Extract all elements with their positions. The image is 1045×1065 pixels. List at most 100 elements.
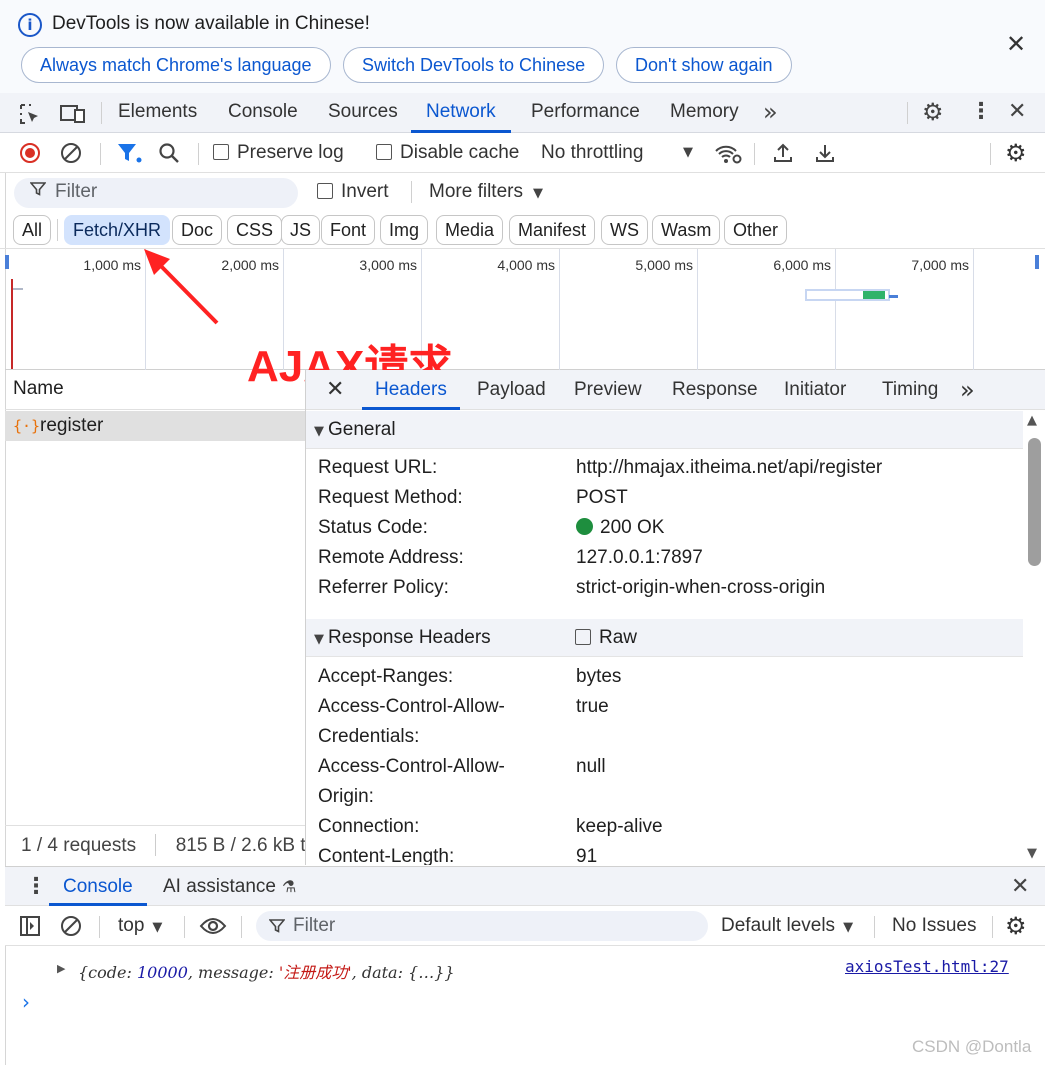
log-levels-dropdown[interactable]: Default levels ▼ — [721, 906, 853, 946]
console-log-row: ▶ {code: 10000, message: '注册成功', data: {… — [5, 947, 1045, 991]
more-filters-dropdown[interactable]: More filters ▼ — [429, 173, 543, 211]
ai-assistance-label: AI assistance — [163, 876, 276, 897]
scroll-up-icon[interactable]: ▲ — [1027, 413, 1037, 428]
more-tabs-icon[interactable]: » — [763, 93, 778, 133]
tab-headers[interactable]: Headers — [362, 370, 460, 410]
chip-img[interactable]: Img — [380, 215, 429, 245]
filter-funnel-icon[interactable] — [117, 142, 143, 170]
status-ok-icon — [576, 518, 593, 535]
scroll-down-icon[interactable]: ▼ — [1027, 846, 1037, 861]
clear-console-icon[interactable] — [60, 915, 82, 943]
match-language-button[interactable]: Always match Chrome's language — [21, 47, 331, 83]
export-har-icon[interactable] — [814, 142, 836, 170]
disable-cache-checkbox[interactable]: Disable cache — [376, 133, 519, 173]
name-column-header[interactable]: Name — [5, 370, 305, 410]
drawer-tab-ai-assistance[interactable]: AI assistance ⚗ — [163, 867, 296, 907]
network-toolbar: Preserve log Disable cache No throttling… — [0, 133, 1045, 173]
general-key: Status Code: — [318, 517, 428, 538]
chip-css[interactable]: CSS — [227, 215, 283, 245]
tab-performance[interactable]: Performance — [531, 93, 640, 133]
chip-manifest[interactable]: Manifest — [509, 215, 596, 245]
tick-label: 4,000 ms — [497, 257, 555, 273]
chip-all[interactable]: All — [13, 215, 52, 245]
chip-js[interactable]: JS — [281, 215, 321, 245]
tab-elements[interactable]: Elements — [118, 93, 197, 133]
chevron-down-icon: ▼ — [532, 186, 543, 201]
console-log-message[interactable]: {code: 10000, message: '注册成功', data: {…}… — [78, 959, 455, 983]
tab-payload[interactable]: Payload — [477, 370, 546, 410]
chip-media[interactable]: Media — [436, 215, 504, 245]
tab-memory[interactable]: Memory — [670, 93, 739, 133]
eye-icon[interactable] — [199, 916, 227, 942]
raw-checkbox[interactable]: Raw — [575, 619, 637, 657]
request-url-value: http://hmajax.itheima.net/api/register — [576, 457, 883, 478]
resource-type-chips: All Fetch/XHR Doc CSS JS Font Img Media … — [0, 211, 1045, 249]
more-options-icon[interactable]: ⋮ — [970, 93, 992, 133]
console-sidebar-icon[interactable] — [19, 915, 41, 943]
settings-icon[interactable]: ⚙ — [922, 93, 944, 133]
inspect-element-icon[interactable] — [18, 102, 42, 132]
chip-fetch-xhr[interactable]: Fetch/XHR — [64, 215, 171, 245]
invert-checkbox[interactable]: Invert — [317, 173, 389, 211]
close-devtools-icon[interactable]: ✕ — [1008, 93, 1026, 133]
context-selector[interactable]: top ▼ — [118, 906, 162, 946]
tab-sources[interactable]: Sources — [328, 93, 398, 133]
chip-font[interactable]: Font — [321, 215, 376, 245]
tab-initiator[interactable]: Initiator — [784, 370, 846, 410]
throttling-select[interactable]: No throttling ▼ — [541, 133, 701, 173]
tab-preview[interactable]: Preview — [574, 370, 642, 410]
chip-ws[interactable]: WS — [601, 215, 648, 245]
header-value: true — [576, 696, 609, 717]
header-value: 91 — [576, 846, 598, 865]
chip-wasm[interactable]: Wasm — [652, 215, 721, 245]
filter-icon — [29, 181, 47, 201]
divider — [411, 181, 412, 203]
network-settings-icon[interactable]: ⚙ — [1005, 133, 1027, 173]
drawer-menu-icon[interactable]: ⋮ — [25, 874, 47, 899]
drawer-tab-console[interactable]: Console — [49, 867, 147, 906]
tick-label: 6,000 ms — [773, 257, 831, 273]
dont-show-again-button[interactable]: Don't show again — [616, 47, 792, 83]
tab-network[interactable]: Network — [411, 93, 511, 133]
issues-counter[interactable]: No Issues — [892, 906, 976, 946]
header-value: bytes — [576, 666, 622, 687]
more-tabs-icon[interactable]: » — [960, 370, 975, 410]
switch-to-chinese-button[interactable]: Switch DevTools to Chinese — [343, 47, 605, 83]
tab-console[interactable]: Console — [228, 93, 298, 133]
log-source-link[interactable]: axiosTest.html:27 — [845, 957, 1009, 976]
divider — [101, 102, 102, 124]
request-bar-download — [863, 291, 885, 299]
chip-doc[interactable]: Doc — [172, 215, 223, 245]
tick-label: 5,000 ms — [635, 257, 693, 273]
console-prompt-icon[interactable]: › — [22, 990, 30, 1014]
general-key: Remote Address: — [318, 547, 464, 568]
close-icon[interactable]: ✕ — [1006, 30, 1026, 58]
chip-other[interactable]: Other — [724, 215, 788, 245]
import-har-icon[interactable] — [772, 142, 794, 170]
language-infobar: i DevTools is now available in Chinese! … — [0, 0, 1045, 93]
search-icon[interactable] — [158, 142, 180, 170]
close-drawer-icon[interactable]: ✕ — [1011, 874, 1029, 899]
general-section-header[interactable]: ▼ General — [306, 411, 1023, 449]
scrollbar-thumb[interactable] — [1028, 438, 1041, 566]
close-detail-icon[interactable]: ✕ — [326, 370, 344, 410]
console-settings-icon[interactable]: ⚙ — [1005, 906, 1027, 946]
response-headers-section-header[interactable]: ▼ Response Headers Raw — [306, 619, 1023, 657]
status-code-value: 200 OK — [576, 517, 664, 539]
preserve-log-checkbox[interactable]: Preserve log — [213, 133, 344, 173]
tab-response[interactable]: Response — [672, 370, 758, 410]
stop-recording-icon[interactable] — [19, 142, 41, 170]
divider — [990, 143, 991, 165]
device-toolbar-icon[interactable] — [60, 102, 86, 132]
more-filters-label: More filters — [429, 181, 523, 202]
transfer-size: 815 B / 2.6 kB tr — [175, 835, 305, 856]
request-row[interactable]: {·} register — [5, 411, 305, 441]
overview-right-handle[interactable] — [1035, 255, 1039, 269]
infobar-message: DevTools is now available in Chinese! — [52, 13, 370, 34]
expand-object-icon[interactable]: ▶ — [57, 962, 65, 975]
network-conditions-icon[interactable] — [714, 143, 742, 171]
tab-timing[interactable]: Timing — [882, 370, 938, 410]
overview-left-handle[interactable] — [5, 255, 9, 269]
console-filter-placeholder: Filter — [293, 915, 336, 936]
clear-icon[interactable] — [60, 142, 82, 170]
